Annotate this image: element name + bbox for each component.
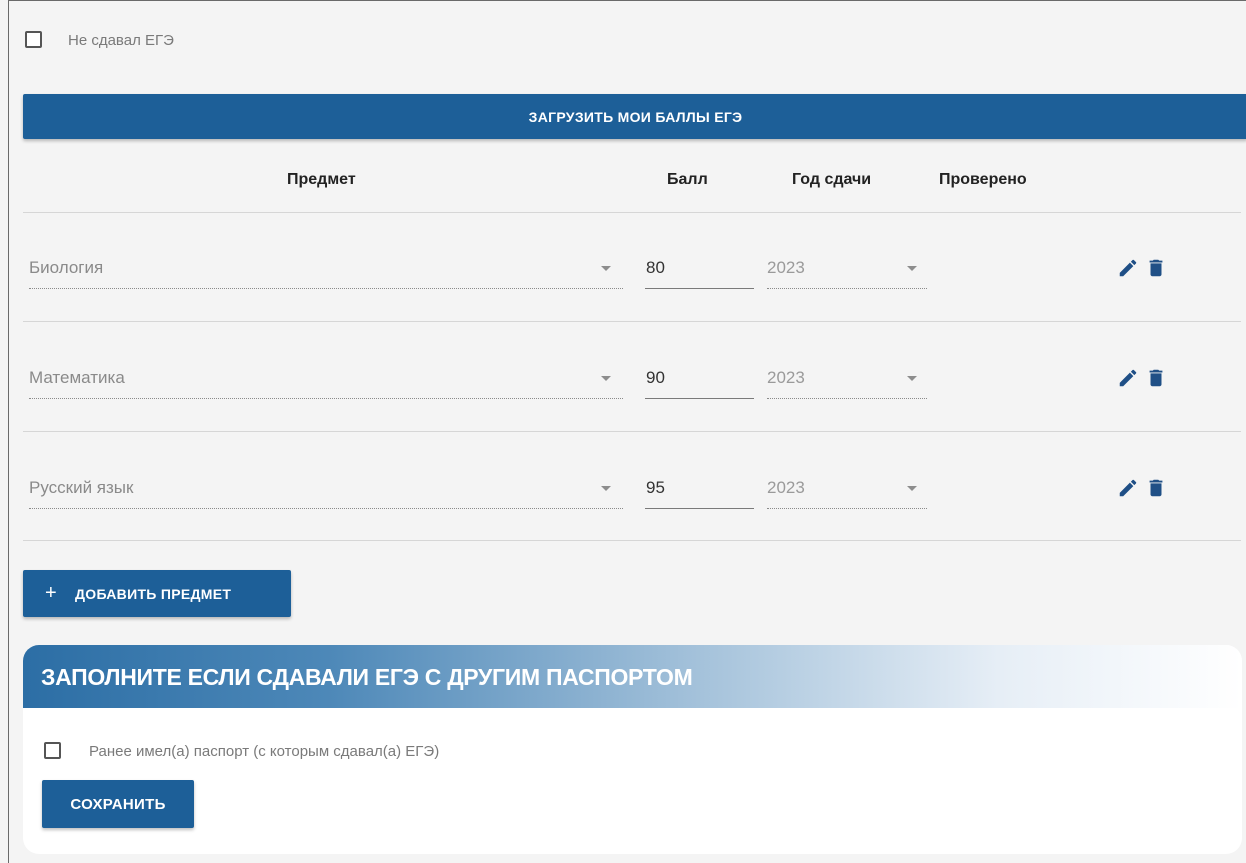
table-row: Математика 90 2023 <box>9 358 1246 438</box>
trash-icon[interactable] <box>1145 257 1167 279</box>
chevron-down-icon <box>601 266 611 271</box>
not-taken-checkbox[interactable] <box>25 31 42 48</box>
score-input[interactable]: 90 <box>645 358 754 399</box>
row-divider <box>23 540 1241 541</box>
ege-scores-panel: Не сдавал ЕГЭ ЗАГРУЗИТЬ МОИ БАЛЛЫ ЕГЭ Пр… <box>8 0 1246 863</box>
score-input[interactable]: 80 <box>645 248 754 289</box>
subject-value: Русский язык <box>29 478 134 497</box>
plus-icon: + <box>45 582 57 604</box>
load-scores-button[interactable]: ЗАГРУЗИТЬ МОИ БАЛЛЫ ЕГЭ <box>23 94 1246 139</box>
header-year: Год сдачи <box>792 171 872 188</box>
subject-select[interactable]: Русский язык <box>29 468 623 509</box>
pencil-icon[interactable] <box>1117 257 1139 279</box>
header-verified: Проверено <box>939 171 1027 188</box>
score-value: 90 <box>646 368 665 387</box>
year-value: 2023 <box>767 478 805 497</box>
chevron-down-icon <box>601 486 611 491</box>
passport-section-header: ЗАПОЛНИТЕ ЕСЛИ СДАВАЛИ ЕГЭ С ДРУГИМ ПАСП… <box>23 645 1242 708</box>
header-score: Балл <box>667 171 708 188</box>
table-row: Русский язык 95 2023 <box>9 468 1246 548</box>
chevron-down-icon <box>907 376 917 381</box>
pencil-icon[interactable] <box>1117 367 1139 389</box>
year-value: 2023 <box>767 368 805 387</box>
save-button[interactable]: СОХРАНИТЬ <box>42 780 194 828</box>
subject-select[interactable]: Математика <box>29 358 623 399</box>
year-value: 2023 <box>767 258 805 277</box>
not-taken-label: Не сдавал ЕГЭ <box>68 32 174 49</box>
subject-value: Биология <box>29 258 104 277</box>
row-divider <box>23 321 1241 322</box>
pencil-icon[interactable] <box>1117 477 1139 499</box>
subject-select[interactable]: Биология <box>29 248 623 289</box>
passport-section: ЗАПОЛНИТЕ ЕСЛИ СДАВАЛИ ЕГЭ С ДРУГИМ ПАСП… <box>23 645 1242 854</box>
row-divider <box>23 431 1241 432</box>
header-subject: Предмет <box>287 171 356 188</box>
year-select[interactable]: 2023 <box>767 358 927 399</box>
score-value: 95 <box>646 478 665 497</box>
add-subject-label: ДОБАВИТЬ ПРЕДМЕТ <box>74 585 232 602</box>
subject-value: Математика <box>29 368 125 387</box>
passport-section-title: ЗАПОЛНИТЕ ЕСЛИ СДАВАЛИ ЕГЭ С ДРУГИМ ПАСП… <box>41 664 693 690</box>
chevron-down-icon <box>907 266 917 271</box>
trash-icon[interactable] <box>1145 367 1167 389</box>
previous-passport-checkbox[interactable] <box>44 742 61 759</box>
score-value: 80 <box>646 258 665 277</box>
year-select[interactable]: 2023 <box>767 248 927 289</box>
add-subject-button[interactable]: + ДОБАВИТЬ ПРЕДМЕТ <box>23 570 291 617</box>
trash-icon[interactable] <box>1145 477 1167 499</box>
previous-passport-label: Ранее имел(а) паспорт (с которым сдавал(… <box>89 743 440 760</box>
chevron-down-icon <box>601 376 611 381</box>
chevron-down-icon <box>907 486 917 491</box>
year-select[interactable]: 2023 <box>767 468 927 509</box>
table-row: Биология 80 2023 <box>9 248 1246 328</box>
table-divider <box>23 212 1241 213</box>
score-input[interactable]: 95 <box>645 468 754 509</box>
